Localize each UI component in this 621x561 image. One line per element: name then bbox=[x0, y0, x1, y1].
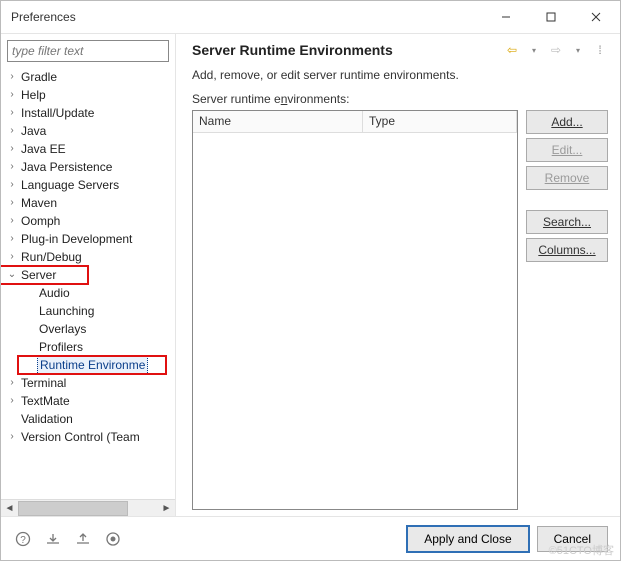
tree-item[interactable]: ›TextMate bbox=[1, 392, 175, 410]
tree-item[interactable]: Overlays bbox=[1, 320, 175, 338]
tree-hscrollbar[interactable]: ◄ ► bbox=[1, 499, 175, 516]
chevron-right-icon[interactable]: › bbox=[5, 248, 19, 266]
chevron-right-icon[interactable]: › bbox=[5, 140, 19, 158]
tree-item-label: Server bbox=[19, 266, 58, 284]
tree-item[interactable]: ›Plug-in Development bbox=[1, 230, 175, 248]
tree-item[interactable]: Launching bbox=[1, 302, 175, 320]
right-pane: Server Runtime Environments ⇦ ▾ ⇨ ▾ ⁞ Ad… bbox=[176, 34, 620, 516]
scroll-right-icon[interactable]: ► bbox=[158, 500, 175, 517]
add-button[interactable]: Add... bbox=[526, 110, 608, 134]
tree-item-label: Language Servers bbox=[19, 176, 121, 194]
tree-item[interactable]: ›Maven bbox=[1, 194, 175, 212]
oomph-icon[interactable] bbox=[103, 529, 123, 549]
watermark: ©51CTO博客 bbox=[549, 542, 614, 558]
minimize-button[interactable] bbox=[483, 2, 528, 32]
maximize-button[interactable] bbox=[528, 2, 573, 32]
tree-item-label: Java bbox=[19, 122, 48, 140]
chevron-right-icon[interactable]: › bbox=[5, 194, 19, 212]
tree-item[interactable]: ›Java Persistence bbox=[1, 158, 175, 176]
chevron-right-icon[interactable]: › bbox=[5, 104, 19, 122]
tree-item[interactable]: ›Run/Debug bbox=[1, 248, 175, 266]
search-button[interactable]: Search... bbox=[526, 210, 608, 234]
tree-item-label: Java EE bbox=[19, 140, 68, 158]
tree-item[interactable]: ⌄Server bbox=[1, 266, 175, 284]
tree-item-label: Profilers bbox=[37, 338, 85, 356]
filter-input[interactable] bbox=[7, 40, 169, 62]
tree-item[interactable]: Runtime Environme bbox=[1, 356, 175, 374]
tree-item-label: Maven bbox=[19, 194, 59, 212]
window-title: Preferences bbox=[11, 10, 76, 24]
scroll-thumb[interactable] bbox=[18, 501, 128, 516]
back-dropdown-icon[interactable]: ▾ bbox=[526, 42, 542, 58]
apply-and-close-button[interactable]: Apply and Close bbox=[407, 526, 528, 552]
tree-item-label: Launching bbox=[37, 302, 96, 320]
chevron-right-icon[interactable]: › bbox=[5, 230, 19, 248]
tree-item-label: TextMate bbox=[19, 392, 72, 410]
remove-button: Remove bbox=[526, 166, 608, 190]
tree-item[interactable]: ›Java bbox=[1, 122, 175, 140]
preferences-window: Preferences ›Gradle›Help›Install/Update›… bbox=[0, 0, 621, 561]
chevron-right-icon[interactable]: › bbox=[5, 212, 19, 230]
tree-item-label: Java Persistence bbox=[19, 158, 114, 176]
tree-item[interactable]: Profilers bbox=[1, 338, 175, 356]
page-description: Add, remove, or edit server runtime envi… bbox=[192, 68, 608, 82]
main-area: ›Gradle›Help›Install/Update›Java›Java EE… bbox=[1, 33, 620, 516]
tree-item[interactable]: ›Oomph bbox=[1, 212, 175, 230]
import-icon[interactable] bbox=[43, 529, 63, 549]
tree-item[interactable]: ›Help bbox=[1, 86, 175, 104]
tree-item[interactable]: ›Install/Update bbox=[1, 104, 175, 122]
close-button[interactable] bbox=[573, 2, 618, 32]
tree-item-label: Gradle bbox=[19, 68, 59, 86]
chevron-right-icon[interactable]: › bbox=[5, 68, 19, 86]
table-body bbox=[193, 133, 517, 509]
chevron-right-icon[interactable]: › bbox=[5, 158, 19, 176]
tree-item-label: Run/Debug bbox=[19, 248, 84, 266]
chevron-right-icon[interactable]: › bbox=[5, 122, 19, 140]
tree-item-label: Terminal bbox=[19, 374, 68, 392]
back-icon[interactable]: ⇦ bbox=[504, 42, 520, 58]
list-label: Server runtime environments: bbox=[192, 92, 608, 106]
preferences-tree[interactable]: ›Gradle›Help›Install/Update›Java›Java EE… bbox=[1, 66, 175, 446]
page-title: Server Runtime Environments bbox=[192, 42, 504, 58]
tree-item[interactable]: ›Java EE bbox=[1, 140, 175, 158]
tree-item-label: Audio bbox=[37, 284, 72, 302]
tree-item-label: Version Control (Team bbox=[19, 428, 142, 446]
forward-icon[interactable]: ⇨ bbox=[548, 42, 564, 58]
export-icon[interactable] bbox=[73, 529, 93, 549]
chevron-right-icon[interactable]: › bbox=[5, 86, 19, 104]
columns-button[interactable]: Columns... bbox=[526, 238, 608, 262]
tree-item[interactable]: Audio bbox=[1, 284, 175, 302]
tree-item[interactable]: ›Language Servers bbox=[1, 176, 175, 194]
tree-item[interactable]: ›Gradle bbox=[1, 68, 175, 86]
svg-text:?: ? bbox=[20, 535, 26, 546]
tree-item-label: Plug-in Development bbox=[19, 230, 134, 248]
menu-icon[interactable]: ⁞ bbox=[592, 42, 608, 58]
chevron-right-icon[interactable]: › bbox=[5, 428, 19, 446]
tree-item[interactable]: Validation bbox=[1, 410, 175, 428]
tree-item-label: Install/Update bbox=[19, 104, 96, 122]
column-name[interactable]: Name bbox=[193, 111, 363, 132]
tree-item-label: Validation bbox=[19, 410, 75, 428]
titlebar: Preferences bbox=[1, 1, 620, 33]
tree-item-label: Runtime Environme bbox=[37, 355, 148, 375]
environments-table[interactable]: Name Type bbox=[192, 110, 518, 510]
chevron-right-icon[interactable]: › bbox=[5, 374, 19, 392]
scroll-left-icon[interactable]: ◄ bbox=[1, 500, 18, 517]
chevron-right-icon[interactable]: › bbox=[5, 176, 19, 194]
tree-item[interactable]: ›Terminal bbox=[1, 374, 175, 392]
chevron-down-icon[interactable]: ⌄ bbox=[5, 266, 19, 284]
tree-item-label: Help bbox=[19, 86, 48, 104]
edit-button: Edit... bbox=[526, 138, 608, 162]
footer: ? Apply and Close Cancel bbox=[1, 516, 620, 560]
tree-item[interactable]: ›Version Control (Team bbox=[1, 428, 175, 446]
left-pane: ›Gradle›Help›Install/Update›Java›Java EE… bbox=[1, 34, 176, 516]
forward-dropdown-icon[interactable]: ▾ bbox=[570, 42, 586, 58]
tree-item-label: Overlays bbox=[37, 320, 88, 338]
help-icon[interactable]: ? bbox=[13, 529, 33, 549]
column-type[interactable]: Type bbox=[363, 111, 517, 132]
chevron-right-icon[interactable]: › bbox=[5, 392, 19, 410]
tree-item-label: Oomph bbox=[19, 212, 62, 230]
